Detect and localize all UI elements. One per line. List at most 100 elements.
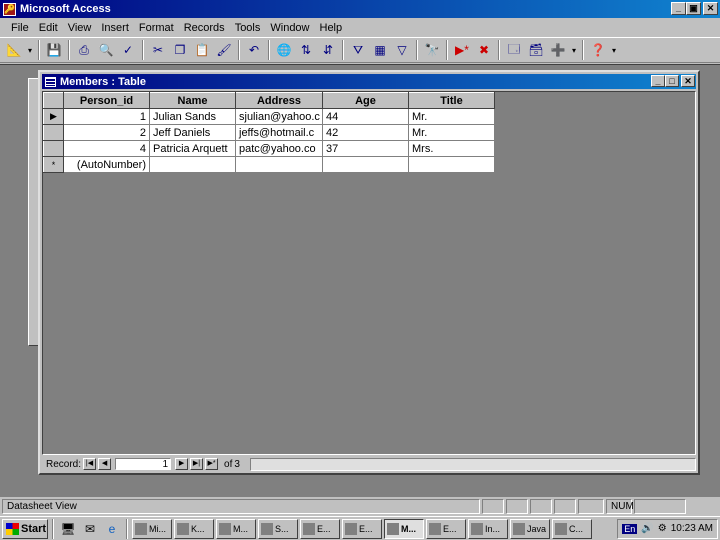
minimize-button[interactable]: _ <box>671 2 686 15</box>
new-record-icon[interactable]: ▶* <box>452 40 472 60</box>
cell-title[interactable]: Mr. <box>408 108 495 125</box>
filter-by-selection-icon[interactable]: ⛛ <box>348 40 368 60</box>
cell-person-id-autonumber[interactable]: (AutoNumber) <box>63 156 150 173</box>
new-object-icon[interactable]: ➕ <box>548 40 568 60</box>
cell-address[interactable]: jeffs@hotmail.c <box>235 124 323 141</box>
taskbar-button[interactable]: Java <box>510 518 550 539</box>
volume-icon[interactable]: 🔊 <box>641 523 653 534</box>
cell-age[interactable]: 42 <box>322 124 409 141</box>
record-selector[interactable] <box>43 140 64 157</box>
taskbar-button-active[interactable]: M... <box>384 518 424 539</box>
apply-filter-icon[interactable]: ▽ <box>392 40 412 60</box>
spelling-icon[interactable]: ✓ <box>118 40 138 60</box>
cell-name[interactable]: Patricia Arquett <box>149 140 236 157</box>
taskbar-button[interactable]: In... <box>468 518 508 539</box>
sort-ascending-icon[interactable]: ⇅ <box>296 40 316 60</box>
network-icon[interactable]: ⚙ <box>658 523 667 534</box>
record-selector-current[interactable]: ▶ <box>43 108 64 125</box>
format-painter-icon[interactable]: 🖌 <box>214 40 234 60</box>
view-dropdown-arrow-icon[interactable]: ▾ <box>26 40 34 60</box>
design-view-icon[interactable]: 📐 <box>4 40 24 60</box>
column-header-address[interactable]: Address <box>235 92 323 109</box>
menu-records[interactable]: Records <box>179 22 230 34</box>
new-object-dropdown-icon[interactable]: ▾ <box>570 40 578 60</box>
table-minimize-button[interactable]: _ <box>651 75 665 87</box>
cell-title[interactable] <box>408 156 495 173</box>
close-button[interactable]: ✕ <box>703 2 718 15</box>
taskbar-button[interactable]: M... <box>216 518 256 539</box>
cell-title[interactable]: Mr. <box>408 124 495 141</box>
cell-age[interactable]: 44 <box>322 108 409 125</box>
internet-explorer-icon[interactable]: e <box>102 519 122 539</box>
print-icon[interactable]: ⎙ <box>74 40 94 60</box>
cut-icon[interactable]: ✂ <box>148 40 168 60</box>
taskbar-button[interactable]: S... <box>258 518 298 539</box>
column-header-age[interactable]: Age <box>322 92 409 109</box>
menu-view[interactable]: View <box>63 22 97 34</box>
horizontal-scrollbar[interactable] <box>249 457 696 471</box>
filter-by-form-icon[interactable]: ▦ <box>370 40 390 60</box>
database-window-icon[interactable]: 🗃 <box>526 40 546 60</box>
delete-record-icon[interactable]: ✖ <box>474 40 494 60</box>
menu-insert[interactable]: Insert <box>96 22 134 34</box>
taskbar-button[interactable]: K... <box>174 518 214 539</box>
menu-edit[interactable]: Edit <box>34 22 63 34</box>
select-all-corner[interactable] <box>43 92 64 109</box>
cell-name[interactable]: Jeff Daniels <box>149 124 236 141</box>
toolbar-options-icon[interactable]: ▾ <box>610 40 618 60</box>
last-record-button[interactable]: ▶| <box>190 458 204 470</box>
find-icon[interactable]: 🔭 <box>422 40 442 60</box>
clock[interactable]: 10:23 AM <box>671 523 713 534</box>
record-selector[interactable] <box>43 124 64 141</box>
properties-icon[interactable]: 🗔 <box>504 40 524 60</box>
sort-descending-icon[interactable]: ⇵ <box>318 40 338 60</box>
table-close-button[interactable]: ✕ <box>681 75 695 87</box>
next-record-button[interactable]: ▶ <box>175 458 189 470</box>
table-window-title-bar[interactable]: Members : Table _ □ ✕ <box>42 74 696 89</box>
column-header-person-id[interactable]: Person_id <box>63 92 150 109</box>
new-record-nav-button[interactable]: ▶* <box>205 458 219 470</box>
menu-file[interactable]: File <box>6 22 34 34</box>
menu-help[interactable]: Help <box>315 22 348 34</box>
cell-title[interactable]: Mrs. <box>408 140 495 157</box>
current-record-input[interactable]: 1 <box>115 458 172 470</box>
previous-record-button[interactable]: ◀ <box>98 458 112 470</box>
menu-tools[interactable]: Tools <box>230 22 266 34</box>
first-record-button[interactable]: |◀ <box>83 458 97 470</box>
taskbar-button[interactable]: C... <box>552 518 592 539</box>
taskbar-button[interactable]: E... <box>426 518 466 539</box>
start-button[interactable]: Start <box>2 518 48 539</box>
cell-age[interactable] <box>322 156 409 173</box>
access-key-icon[interactable]: 🔑 <box>3 2 16 16</box>
cell-person-id[interactable]: 2 <box>63 124 150 141</box>
restore-button[interactable]: ▣ <box>686 2 701 15</box>
save-icon[interactable]: 💾 <box>44 40 64 60</box>
cell-name[interactable]: Julian Sands <box>149 108 236 125</box>
column-header-name[interactable]: Name <box>149 92 236 109</box>
menu-window[interactable]: Window <box>265 22 314 34</box>
cell-person-id[interactable]: 4 <box>63 140 150 157</box>
show-desktop-icon[interactable]: 🖥 <box>58 519 78 539</box>
hyperlink-icon[interactable]: 🌐 <box>274 40 294 60</box>
app-title-bar[interactable]: 🔑 Microsoft Access _ ▣ ✕ <box>0 0 720 18</box>
outlook-express-icon[interactable]: ✉ <box>80 519 100 539</box>
cell-address[interactable]: patc@yahoo.co <box>235 140 323 157</box>
print-preview-icon[interactable]: 🔍 <box>96 40 116 60</box>
help-icon[interactable]: ❓ <box>588 40 608 60</box>
cell-name[interactable] <box>149 156 236 173</box>
taskbar-button[interactable]: E... <box>300 518 340 539</box>
new-record-selector[interactable]: * <box>43 156 64 173</box>
menu-format[interactable]: Format <box>134 22 179 34</box>
cell-address[interactable]: sjulian@yahoo.c <box>235 108 323 125</box>
cell-address[interactable] <box>235 156 323 173</box>
undo-icon[interactable]: ↶ <box>244 40 264 60</box>
copy-icon[interactable]: ❐ <box>170 40 190 60</box>
taskbar-button[interactable]: Mi... <box>132 518 172 539</box>
language-indicator[interactable]: En <box>622 523 638 534</box>
column-header-title[interactable]: Title <box>408 92 495 109</box>
table-maximize-button[interactable]: □ <box>665 75 679 87</box>
taskbar-button[interactable]: E... <box>342 518 382 539</box>
cell-age[interactable]: 37 <box>322 140 409 157</box>
cell-person-id[interactable]: 1 <box>63 108 150 125</box>
paste-icon[interactable]: 📋 <box>192 40 212 60</box>
